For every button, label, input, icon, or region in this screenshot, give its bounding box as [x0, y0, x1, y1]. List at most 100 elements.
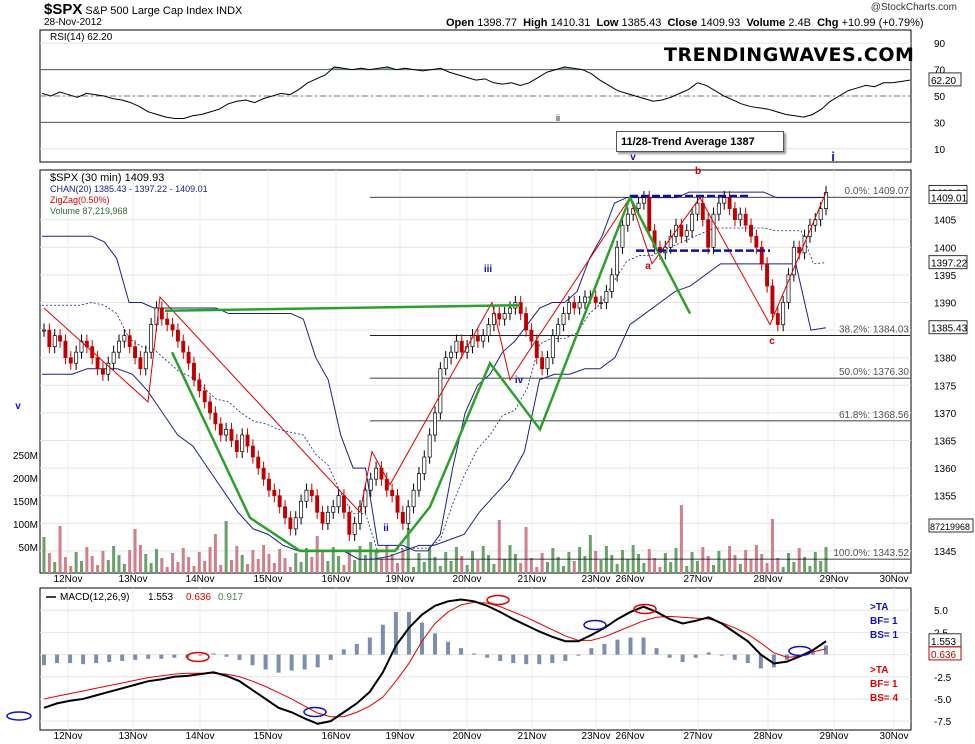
macd-histogram-bar — [615, 639, 620, 655]
volume-bar — [133, 529, 137, 573]
price-x-label: 14Nov — [186, 574, 215, 585]
price-candle — [679, 224, 684, 237]
price-candle — [390, 489, 395, 497]
volume-bar — [567, 552, 571, 573]
volume-bar — [310, 557, 314, 573]
volume-bar — [192, 566, 196, 573]
price-x-label: 23Nov — [582, 574, 611, 585]
brand-watermark: TRENDINGWAVES.COM — [664, 44, 915, 66]
volume-bar — [663, 553, 667, 573]
stock-chart: 1030507090RSI(14) 62.2062.20ii1345135013… — [0, 0, 975, 744]
macd-histogram-bar — [602, 643, 607, 655]
rsi-wave-label: ii — [556, 113, 560, 123]
macd-histogram-bar — [120, 654, 125, 661]
volume-bar — [438, 566, 442, 573]
volume-bar — [47, 553, 51, 573]
price-candle — [422, 456, 427, 474]
volume-bar — [647, 549, 651, 573]
macd-x-label: 12Nov — [54, 731, 83, 742]
price-candle — [197, 379, 202, 392]
price-candle — [165, 318, 170, 325]
volume-bar — [728, 546, 732, 573]
price-candle — [550, 335, 555, 359]
macd-histogram-bar — [276, 654, 281, 673]
volume-bar — [138, 545, 142, 573]
volume-bar — [776, 558, 780, 573]
macd-x-label: 27Nov — [684, 731, 713, 742]
volume-bar — [69, 566, 73, 573]
volume-bar — [738, 564, 742, 573]
price-candle — [368, 478, 373, 491]
volume-bar — [181, 548, 185, 573]
macd-histogram-bar — [719, 654, 724, 656]
volume-bar — [267, 554, 271, 573]
volume-bar — [620, 550, 624, 573]
volume-bar — [503, 559, 507, 573]
volume-bar — [278, 549, 282, 573]
volume-bar — [487, 555, 491, 573]
price-candle — [358, 506, 362, 524]
macd-histogram-bar — [250, 654, 255, 666]
stockcharts-credit: @StockCharts.com — [870, 2, 957, 13]
price-candle — [192, 362, 196, 381]
macd-legend-value: 1.553 — [148, 592, 173, 603]
volume-bar — [519, 563, 523, 573]
price-candle — [684, 230, 689, 237]
signal-box-line: >TA — [870, 602, 888, 613]
rsi-tick-label: 10 — [934, 145, 946, 156]
macd-histogram-bar — [472, 653, 477, 655]
price-x-label: 26Nov — [616, 574, 645, 585]
volume-bar — [701, 547, 705, 573]
price-candle — [175, 329, 180, 342]
volume-bar — [529, 558, 533, 573]
chart-header: $SPX S&P 500 Large Cap Index INDX — [44, 1, 242, 18]
macd-histogram-bar — [94, 654, 99, 664]
macd-histogram-bar — [172, 654, 177, 658]
volume-bar — [251, 550, 255, 573]
price-candle — [52, 335, 57, 348]
volume-bar — [492, 564, 496, 573]
price-candle — [229, 429, 234, 441]
price-candle — [545, 357, 550, 370]
price-candle — [572, 302, 577, 309]
volume-bar — [79, 561, 83, 573]
price-candle — [100, 368, 105, 375]
volume-bar — [540, 553, 544, 573]
close-value: 1409.93 — [700, 17, 741, 29]
price-candle — [620, 224, 625, 248]
price-candle — [181, 340, 186, 353]
price-candle — [122, 335, 127, 342]
price-candle — [411, 489, 416, 508]
volume-bar — [476, 560, 480, 573]
volume-bar — [396, 563, 400, 573]
volume-bar — [288, 567, 292, 573]
volume-bar — [326, 561, 330, 573]
volume-bar — [454, 547, 458, 573]
open-label: Open — [446, 17, 475, 29]
price-candle — [58, 335, 63, 342]
price-candle — [347, 511, 352, 535]
wave-label: i — [831, 149, 835, 164]
volume-bar — [101, 551, 105, 573]
macd-x-label: 19Nov — [386, 731, 415, 742]
volume-bar — [379, 559, 383, 573]
volume-bar — [315, 536, 319, 573]
price-candle — [149, 324, 154, 353]
signal-box-line: BS= 4 — [870, 693, 899, 704]
volume-bar — [583, 556, 587, 573]
price-candle — [406, 506, 411, 524]
volume-bar — [422, 562, 426, 573]
wave-label: b — [695, 166, 701, 177]
volume-bar — [235, 546, 239, 573]
macd-histogram-bar — [289, 654, 294, 671]
low-label: Low — [596, 17, 619, 29]
volume-tick-label: 200M — [13, 474, 38, 485]
volume-bar — [85, 547, 89, 573]
price-tick-label: 1370 — [934, 409, 957, 420]
price-candle — [288, 517, 293, 530]
price-candle — [449, 351, 454, 359]
rsi-tick-label: 90 — [934, 39, 946, 50]
price-candle — [529, 329, 534, 342]
volume-bar — [787, 553, 791, 573]
price-candle — [738, 213, 743, 221]
